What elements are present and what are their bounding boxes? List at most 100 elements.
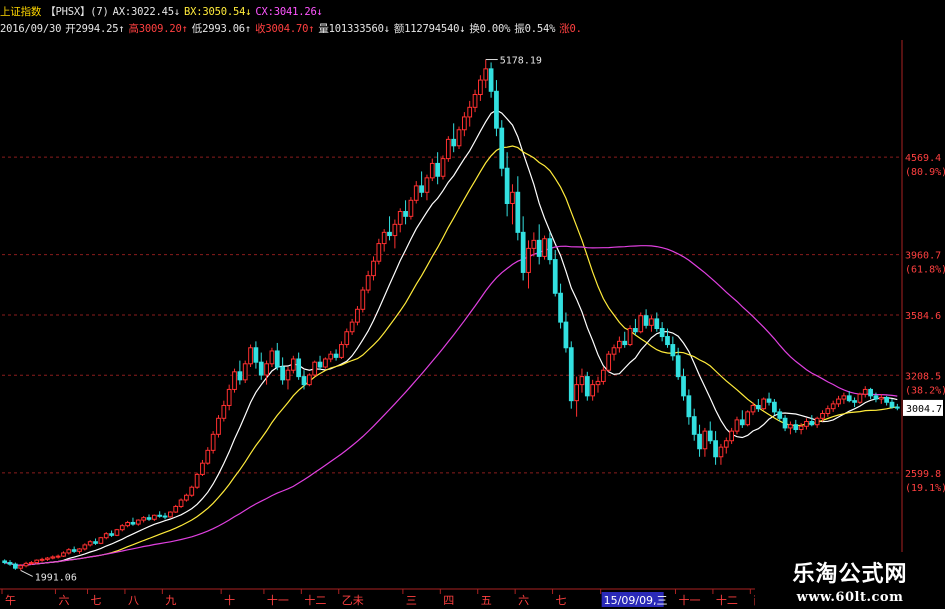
candle-body [622, 340, 628, 346]
candle-body [782, 417, 788, 429]
y-tick-percent: (19.1%) [905, 483, 945, 494]
candle-body [216, 417, 221, 435]
candle-body [387, 231, 392, 237]
candle-body [317, 361, 323, 368]
price-chart[interactable]: 4569.4 (80.9%) 3960.7 (61.8%) 3584.6 3208.5 (3… [0, 0, 945, 609]
candle-body [237, 371, 243, 381]
candle-body [772, 401, 777, 413]
header-close: 收3004.70↑ [255, 23, 315, 35]
candle-body [830, 403, 836, 410]
candle-body [873, 395, 879, 400]
candle-body [157, 514, 163, 517]
x-tick-label: 九 [165, 594, 176, 607]
candle-body [248, 347, 253, 365]
candle-body [884, 396, 890, 403]
candle-body [12, 563, 18, 569]
candle-body [413, 185, 419, 201]
candle-body [87, 541, 93, 546]
header-bx: BX:3050.54↓ [184, 6, 252, 18]
candle-body [461, 116, 467, 131]
candle-body [184, 494, 189, 501]
candle-body [686, 395, 692, 418]
candle-body [868, 388, 873, 397]
candle-body [232, 371, 237, 390]
y-tick-percent: (38.2%) [905, 385, 945, 396]
candle-body [50, 556, 56, 559]
header-date: 2016/09/30 [0, 23, 62, 35]
candle-body [745, 411, 751, 426]
candle-body [665, 336, 670, 346]
candle-body [558, 292, 563, 323]
candle-body [194, 473, 200, 488]
candle-body [862, 388, 868, 395]
candle-body [312, 361, 318, 376]
candle-body [66, 549, 72, 554]
candle-body [328, 353, 334, 360]
candle-body [2, 560, 8, 564]
candle-body [280, 366, 285, 381]
candle-body [617, 340, 622, 349]
candle-body [419, 185, 424, 193]
candle-body [723, 440, 729, 448]
y-tick-percent: (61.8%) [905, 265, 945, 276]
candle-body [333, 353, 339, 358]
candle-body [836, 398, 841, 405]
candle-body [125, 521, 130, 527]
candle-body [526, 247, 531, 273]
y-tick-label: 3208.5 [905, 371, 941, 382]
candle-body [119, 525, 125, 531]
candle-body [627, 328, 633, 346]
candle-body [221, 404, 227, 419]
candle-body [766, 398, 772, 403]
candle-body [675, 355, 681, 378]
x-tick-label: 五 [481, 594, 492, 607]
x-tick-label: 八 [128, 594, 139, 607]
candle-body [258, 361, 264, 376]
candle-body [638, 315, 644, 333]
x-tick-label: 六 [518, 594, 529, 607]
candle-body [301, 376, 307, 386]
candle-body [649, 318, 654, 326]
candle-body [659, 328, 665, 338]
candle-body [707, 430, 713, 442]
candle-body [55, 555, 61, 558]
candle-body [536, 239, 542, 257]
current-price-label: 3004.7 [906, 404, 942, 415]
moving-average-lines [4, 109, 898, 566]
candle-body [483, 68, 489, 81]
candle-body [611, 347, 617, 355]
candle-body [29, 562, 34, 565]
candle-body [670, 344, 676, 357]
candle-body [242, 363, 248, 381]
y-tick-percent: (80.9%) [905, 167, 945, 178]
candle-body [290, 358, 296, 371]
candle-body [606, 353, 612, 371]
candle-body [349, 321, 355, 333]
candle-body [371, 260, 376, 277]
y-tick-label: 3584.6 [905, 311, 941, 322]
candle-body [360, 289, 366, 310]
x-tick-label: 十二 [304, 593, 326, 607]
candle-body [200, 462, 205, 475]
candle-body [45, 557, 50, 560]
candle-body [894, 406, 900, 409]
candle-body [494, 90, 499, 129]
header-open: 开2994.25↑ [65, 23, 125, 35]
candle-body [339, 344, 344, 358]
header-low: 低2993.06↑ [191, 23, 252, 35]
candle-body [841, 395, 847, 400]
x-tick-label: 十 [224, 593, 235, 607]
candle-body [7, 562, 13, 565]
candle-body [804, 421, 809, 427]
candle-body [643, 315, 649, 326]
candle-body [135, 519, 141, 525]
candle-body [814, 417, 820, 426]
candle-body [793, 424, 799, 431]
x-tick-label: 七 [91, 594, 102, 607]
candle-body [568, 347, 574, 402]
candle-body [456, 129, 462, 147]
candle-body [306, 374, 312, 386]
candle-body [878, 396, 884, 400]
candle-body [151, 514, 157, 520]
candle-body [296, 358, 302, 378]
